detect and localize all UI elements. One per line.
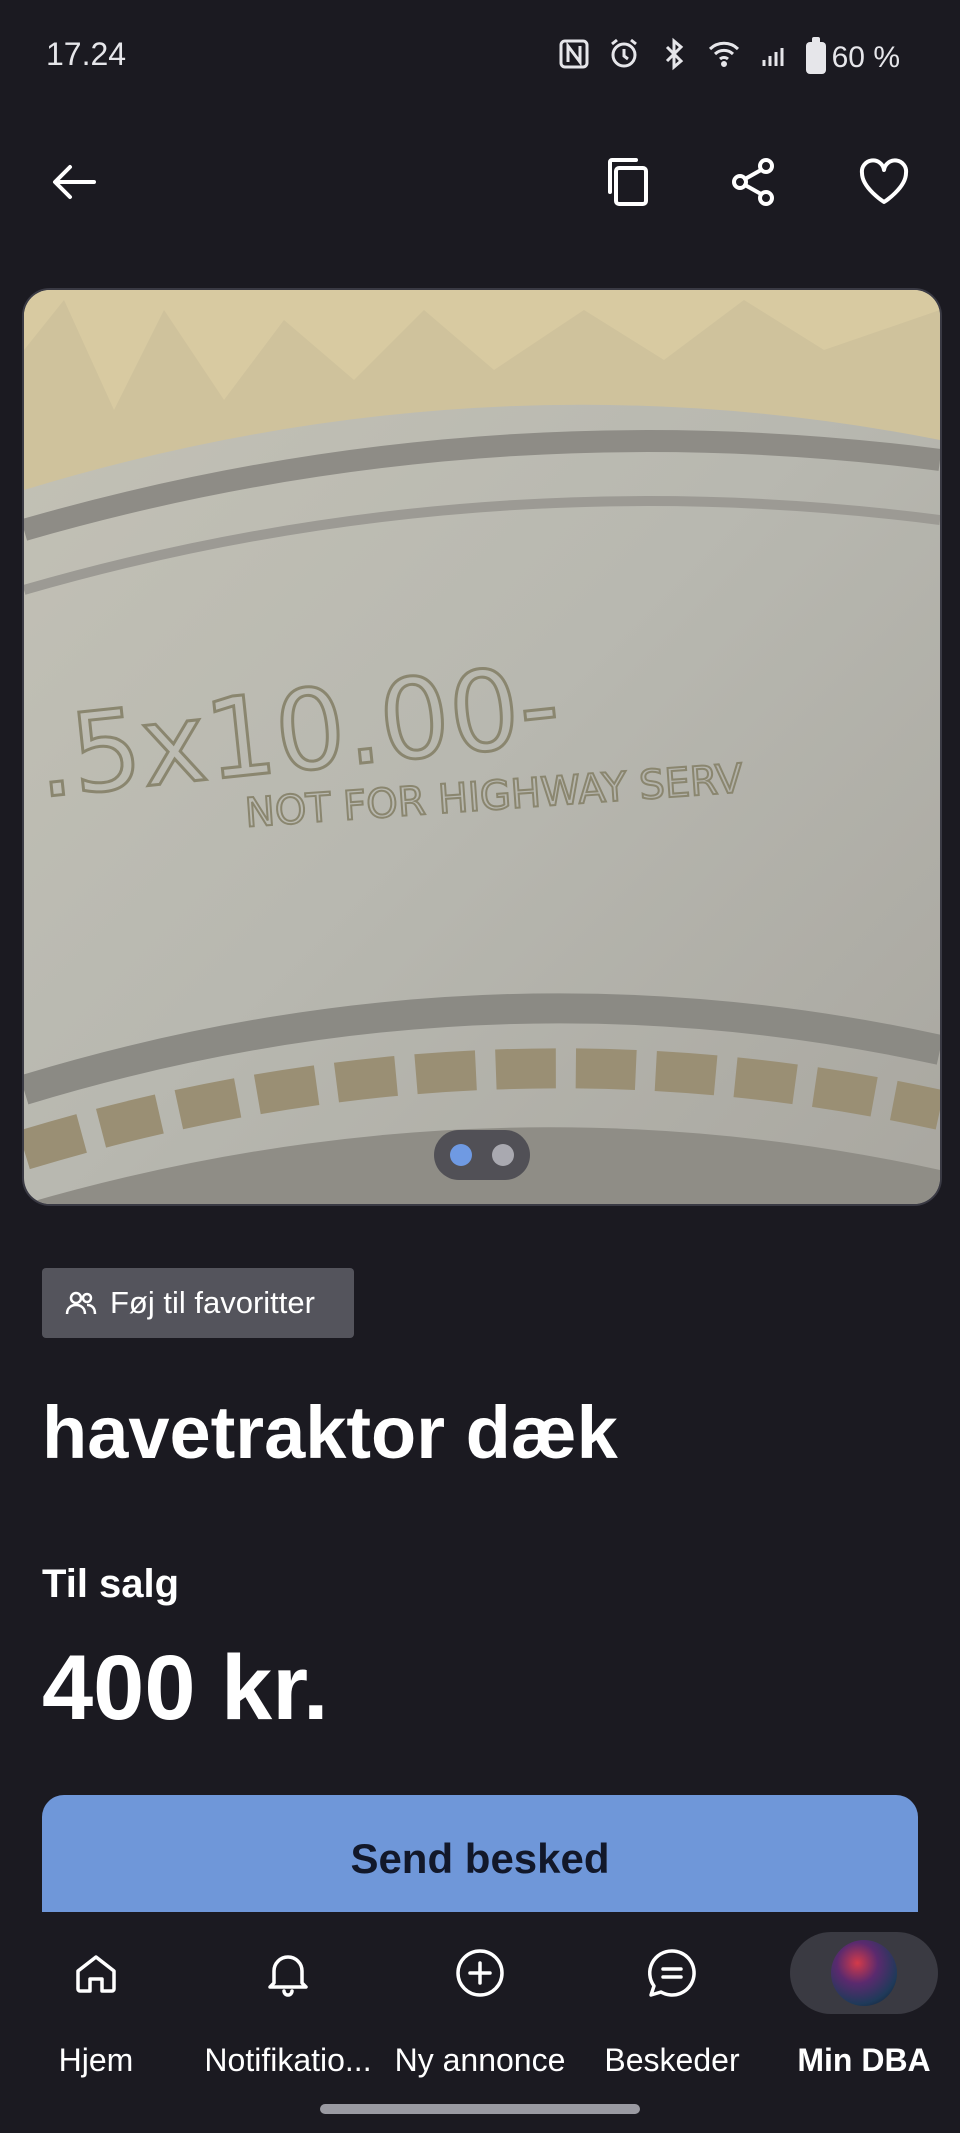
bluetooth-icon [656,36,692,80]
wifi-icon [706,36,742,80]
alarm-icon [606,36,642,80]
status-bar: 17.24 60 % [0,0,960,110]
pager-dot-active[interactable] [450,1144,472,1166]
nav-item-notifications[interactable]: Notifikatio... [192,1932,384,2082]
nav-label-messages: Beskeder [604,2042,740,2078]
copy-button[interactable] [596,150,660,214]
nav-label-new-listing: Ny annonce [394,2042,566,2078]
nav-item-home[interactable]: Hjem [0,1932,192,2082]
favorite-tag-label: Føj til favoritter [110,1285,315,1320]
add-to-favorites-tag[interactable]: Føj til favoritter [42,1268,354,1338]
pager-dot[interactable] [492,1144,514,1166]
share-button[interactable] [722,150,786,214]
gallery-pager[interactable] [434,1130,530,1180]
avatar [831,1940,897,2006]
favorite-button[interactable] [852,150,916,214]
home-icon [76,1955,116,1993]
signal-icon [756,36,792,80]
battery-icon [805,37,826,74]
nav-label-my-dba: Min DBA [797,2042,931,2078]
copy-icon [608,158,648,206]
active-indicator [790,1932,938,2014]
heart-icon [859,158,909,204]
listing-title: havetraktor dæk [42,1391,618,1474]
bottom-navigation: Hjem Notifikatio... Ny annonce Beskeder … [0,1912,960,2133]
status-time: 17.24 [46,36,127,72]
home-indicator[interactable] [320,2104,640,2114]
battery-indicator: 60 % [805,37,900,75]
battery-percentage: 60 % [831,41,900,74]
image-gallery[interactable]: .5x10.00- NOT FOR HIGHWAY SERV [22,288,942,1206]
arrow-left-icon [53,165,96,199]
people-icon [65,1291,97,1315]
top-navigation [0,130,960,230]
nav-item-my-dba[interactable]: Min DBA [768,1932,960,2082]
nav-item-new-listing[interactable]: Ny annonce [384,1932,576,2082]
send-message-label: Send besked [350,1835,610,1882]
share-icon [732,158,774,206]
status-icons: 60 % [556,36,900,80]
nav-item-messages[interactable]: Beskeder [576,1932,768,2082]
plus-circle-icon [456,1949,504,1997]
bell-icon [268,1955,308,1997]
back-button[interactable] [42,150,106,214]
listing-price: 400 kr. [42,1637,329,1739]
nav-label-home: Hjem [58,2042,134,2078]
nfc-icon [556,36,592,80]
listing-photo: .5x10.00- NOT FOR HIGHWAY SERV [24,290,940,1204]
sale-type-label: Til salg [42,1562,180,1606]
nav-label-notifications: Notifikatio... [204,2042,372,2078]
chat-icon [648,1949,696,1997]
